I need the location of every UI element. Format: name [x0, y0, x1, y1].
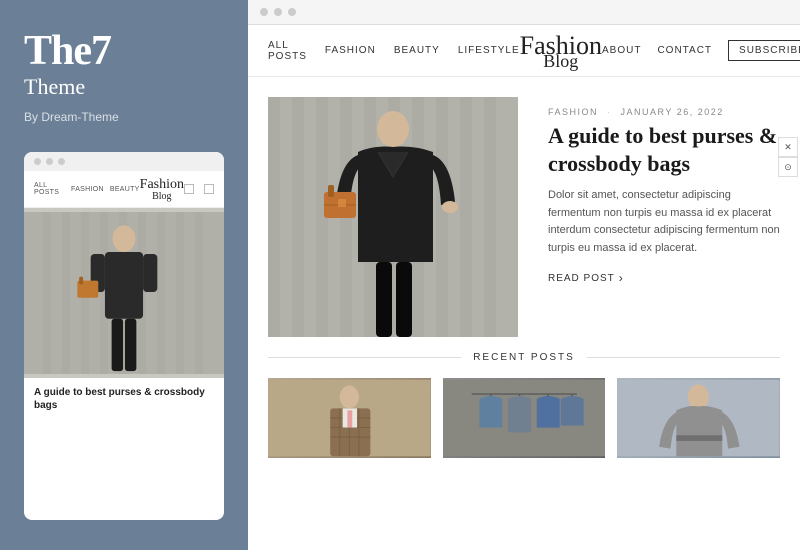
- mini-dot-2: [46, 158, 53, 165]
- nav-fashion[interactable]: FASHION: [325, 45, 376, 56]
- browser-chrome: [248, 0, 800, 25]
- mini-nav-fashion: FASHION: [71, 186, 104, 193]
- thumb-1-svg: [268, 378, 431, 458]
- read-more-arrow: ›: [619, 271, 624, 285]
- mini-browser-preview: ALL POSTS FASHION BEAUTY Fashion Blog: [24, 152, 224, 520]
- blog-nav: ALL POSTS FASHION BEAUTY LIFESTYLE Fashi…: [248, 25, 800, 77]
- nav-contact[interactable]: CONTACT: [657, 45, 712, 56]
- mini-icon-2: [204, 184, 214, 194]
- nav-links: ALL POSTS FASHION BEAUTY LIFESTYLE: [268, 40, 520, 62]
- subscribe-button[interactable]: SUBSCRIBE: [728, 40, 800, 61]
- thumb-2-svg: [443, 378, 606, 458]
- read-more-link[interactable]: READ POST ›: [548, 271, 780, 285]
- nav-about[interactable]: ABOUT: [602, 45, 641, 56]
- recent-post-2[interactable]: [443, 378, 606, 458]
- mini-fashion-svg: [24, 208, 224, 378]
- sidebar-title: The7: [24, 30, 224, 72]
- sidebar: The7 Theme By Dream-Theme ALL POSTS FASH…: [0, 0, 248, 550]
- mini-browser-bar: [24, 152, 224, 171]
- recent-post-1[interactable]: [268, 378, 431, 458]
- nav-allposts[interactable]: ALL POSTS: [268, 40, 307, 62]
- hero-fashion-svg: [268, 97, 518, 337]
- mini-hero-image: [24, 208, 224, 378]
- recent-post-3[interactable]: [617, 378, 780, 458]
- nav-lifestyle[interactable]: LIFESTYLE: [458, 45, 520, 56]
- float-icon-2[interactable]: ⊙: [778, 157, 798, 177]
- section-divider: RECENT POSTS: [248, 352, 800, 363]
- mini-article-title: A guide to best purses & crossbody bags: [24, 378, 224, 416]
- mini-icon-1: [184, 184, 194, 194]
- chrome-dot-3: [288, 8, 296, 16]
- mini-header: ALL POSTS FASHION BEAUTY Fashion Blog: [24, 171, 224, 208]
- floating-icons: ✕ ⊙: [778, 137, 798, 177]
- divider-line-left: [268, 357, 461, 358]
- chrome-dot-2: [274, 8, 282, 16]
- chrome-dot-1: [260, 8, 268, 16]
- float-icon-1[interactable]: ✕: [778, 137, 798, 157]
- thumb-3-svg: [617, 378, 780, 458]
- divider-line-right: [587, 357, 780, 358]
- main-content: ALL POSTS FASHION BEAUTY LIFESTYLE Fashi…: [248, 0, 800, 550]
- blog-logo: Fashion Blog: [520, 33, 602, 68]
- mini-nav-allposts: ALL POSTS: [34, 182, 65, 196]
- mini-nav: ALL POSTS FASHION BEAUTY: [34, 182, 140, 196]
- nav-right: ABOUT CONTACT SUBSCRIBE: [602, 40, 800, 61]
- hero-title: A guide to best purses & crossbody bags: [548, 122, 780, 177]
- hero-section: ✕ ⊙ FASHION · JANUARY 26, 2022 A guide t…: [248, 77, 800, 352]
- sidebar-by: By Dream-Theme: [24, 110, 224, 124]
- mini-logo: Fashion Blog: [140, 177, 184, 201]
- mini-header-icons: [184, 184, 214, 194]
- recent-posts-row: [248, 378, 800, 458]
- sidebar-subtitle: Theme: [24, 74, 224, 100]
- recent-posts-label: RECENT POSTS: [461, 352, 587, 363]
- hero-image: [268, 97, 518, 337]
- hero-text: FASHION · JANUARY 26, 2022 A guide to be…: [548, 97, 780, 337]
- mini-dot-1: [34, 158, 41, 165]
- hero-excerpt: Dolor sit amet, consectetur adipiscing f…: [548, 187, 780, 257]
- hero-category: FASHION · JANUARY 26, 2022: [548, 107, 780, 117]
- mini-nav-beauty: BEAUTY: [110, 186, 140, 193]
- mini-dot-3: [58, 158, 65, 165]
- nav-beauty[interactable]: BEAUTY: [394, 45, 440, 56]
